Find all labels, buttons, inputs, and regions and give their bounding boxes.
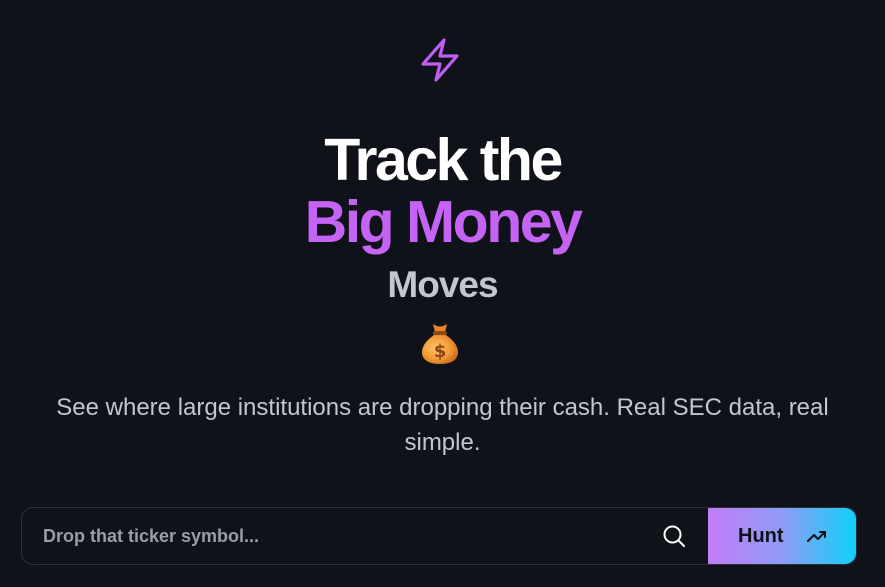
- hero-title-line-2: Big Money: [304, 189, 583, 255]
- hero-title-line-3: Moves: [387, 264, 498, 305]
- ticker-search-bar: Hunt: [21, 507, 857, 565]
- landing-page: Track the Big Money Moves $ See where la…: [0, 0, 885, 587]
- hunt-button[interactable]: Hunt: [708, 508, 856, 564]
- lightning-bolt-icon: [421, 38, 459, 82]
- hero-subtitle-line-2: simple.: [404, 429, 481, 456]
- ticker-search-input[interactable]: [22, 508, 673, 564]
- svg-text:$: $: [434, 341, 447, 362]
- hero-title-line-1: Track the: [324, 127, 563, 193]
- hero-subtitle: See where large institutions are droppin…: [0, 390, 885, 460]
- hero-subtitle-line-1: See where large institutions are droppin…: [56, 394, 829, 421]
- trending-up-icon: [807, 531, 826, 542]
- money-bag-icon: $: [421, 324, 459, 364]
- hunt-button-label: Hunt: [738, 525, 784, 547]
- search-icon[interactable]: [662, 524, 686, 548]
